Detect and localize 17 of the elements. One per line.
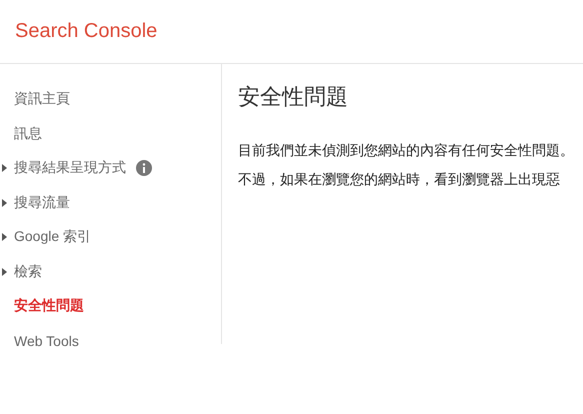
nav-item[interactable]: Google 索引	[14, 228, 92, 246]
page-heading: 安全性問題	[238, 83, 349, 111]
expand-arrow-icon[interactable]	[2, 198, 7, 207]
nav-item[interactable]: 搜尋結果呈現方式	[14, 159, 126, 178]
nav-item[interactable]: 訊息	[14, 124, 42, 143]
nav-item[interactable]: 檢索	[14, 262, 42, 281]
expand-arrow-icon[interactable]	[2, 268, 7, 276]
info-icon[interactable]	[136, 160, 152, 176]
nav-item[interactable]: 安全性問題	[14, 297, 84, 316]
expand-arrow-icon[interactable]	[2, 164, 7, 172]
nav-item[interactable]: Web Tools	[14, 332, 79, 349]
nav-item[interactable]: 搜尋流量	[14, 194, 70, 212]
app-title[interactable]: Search Console	[15, 20, 158, 43]
paragraph: 不過，如果在瀏覽您的網站時，看到瀏覽器上出現惡	[238, 171, 561, 188]
expand-arrow-icon[interactable]	[2, 233, 7, 242]
nav-item[interactable]: 資訊主頁	[14, 90, 70, 108]
paragraph: 目前我們並未偵測到您網站的內容有任何安全性問題。	[238, 142, 574, 159]
